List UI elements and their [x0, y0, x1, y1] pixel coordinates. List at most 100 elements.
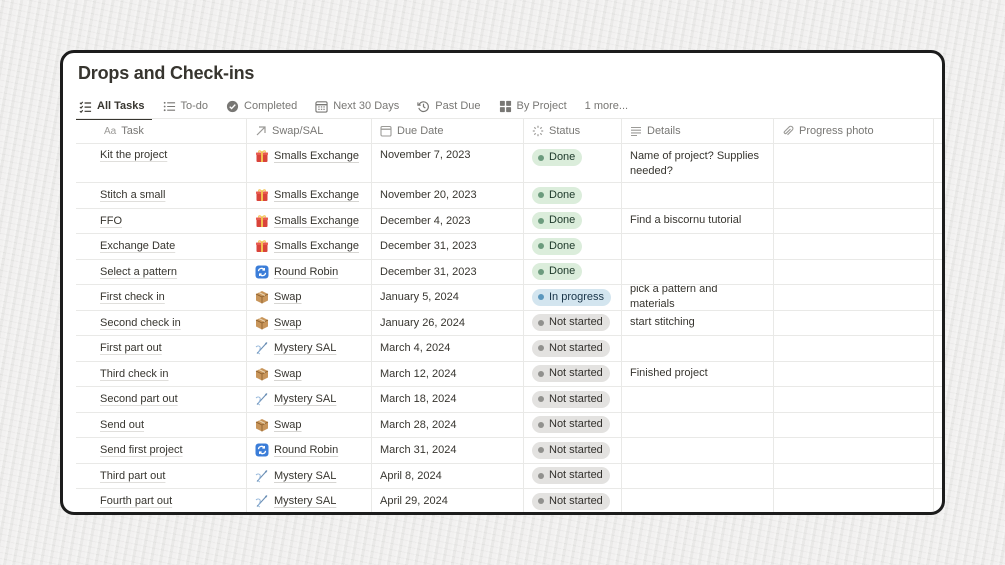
details-cell[interactable] [622, 336, 774, 361]
status-cell[interactable]: In progress [524, 285, 622, 310]
due-date-cell[interactable]: December 31, 2023 [372, 234, 524, 259]
status-cell[interactable]: Not started [524, 438, 622, 463]
project-link[interactable]: Mystery SAL [274, 470, 336, 482]
status-badge[interactable]: Not started [532, 441, 610, 459]
project-link[interactable]: Swap [274, 368, 302, 380]
due-date-cell[interactable]: December 4, 2023 [372, 208, 524, 233]
task-cell[interactable]: Third part out [76, 463, 247, 488]
status-badge[interactable]: Done [532, 237, 583, 255]
task-name[interactable]: Second part out [100, 393, 178, 405]
column-header-task[interactable]: Aa Task [76, 119, 247, 143]
tab-all-tasks[interactable]: All Tasks [76, 93, 151, 120]
project-link[interactable]: Mystery SAL [274, 495, 336, 507]
task-cell[interactable]: Second check in [76, 310, 247, 335]
status-cell[interactable]: Not started [524, 412, 622, 437]
tab-completed[interactable]: Completed [223, 93, 300, 119]
swap-sal-cell[interactable]: Mystery SAL [247, 463, 372, 488]
progress-photo-cell[interactable] [774, 285, 934, 310]
due-date-cell[interactable]: March 31, 2024 [372, 438, 524, 463]
table-row[interactable]: Third part out Mystery SAL April 8, 2024 No… [76, 463, 942, 489]
task-name[interactable]: Fourth part out [100, 495, 172, 507]
status-badge[interactable]: Done [532, 263, 583, 281]
status-cell[interactable]: Not started [524, 310, 622, 335]
status-badge[interactable]: Done [532, 212, 583, 230]
status-badge[interactable]: Not started [532, 314, 610, 332]
task-cell[interactable]: Second part out [76, 387, 247, 412]
more-tabs-button[interactable]: 1 more... [582, 93, 631, 119]
column-header-status[interactable]: Status [524, 119, 622, 143]
progress-photo-cell[interactable] [774, 310, 934, 335]
swap-sal-cell[interactable]: Smalls Exchange [247, 208, 372, 233]
task-name[interactable]: FFO [100, 215, 122, 227]
progress-photo-cell[interactable] [774, 412, 934, 437]
project-link[interactable]: Smalls Exchange [274, 215, 359, 227]
status-cell[interactable]: Not started [524, 336, 622, 361]
task-name[interactable]: Exchange Date [100, 240, 175, 252]
table-row[interactable]: Send first project Round Robin March 31, 2… [76, 438, 942, 464]
progress-photo-cell[interactable] [774, 489, 934, 512]
task-name[interactable]: Send out [100, 419, 144, 431]
status-badge[interactable]: Not started [532, 339, 610, 357]
details-cell[interactable] [622, 463, 774, 488]
status-badge[interactable]: Not started [532, 416, 610, 434]
status-badge[interactable]: Not started [532, 492, 610, 510]
details-cell[interactable] [622, 234, 774, 259]
due-date-cell[interactable]: March 4, 2024 [372, 336, 524, 361]
due-date-cell[interactable]: December 31, 2023 [372, 259, 524, 284]
details-cell[interactable]: Name of project? Supplies needed? [622, 144, 774, 182]
task-cell[interactable]: Send first project [76, 438, 247, 463]
due-date-cell[interactable]: January 5, 2024 [372, 285, 524, 310]
due-date-cell[interactable]: November 20, 2023 [372, 183, 524, 208]
table-row[interactable]: FFO Smalls Exchange December 4, 2023 Done Fi… [76, 208, 942, 234]
tab-next-30-days[interactable]: Next 30 Days [312, 93, 402, 119]
project-link[interactable]: Swap [274, 419, 302, 431]
status-cell[interactable]: Done [524, 208, 622, 233]
swap-sal-cell[interactable]: Mystery SAL [247, 489, 372, 512]
project-link[interactable]: Smalls Exchange [274, 189, 359, 201]
swap-sal-cell[interactable]: Round Robin [247, 259, 372, 284]
progress-photo-cell[interactable] [774, 361, 934, 386]
progress-photo-cell[interactable] [774, 208, 934, 233]
task-name[interactable]: Second check in [100, 317, 181, 329]
column-header-details[interactable]: Details [622, 119, 774, 143]
status-cell[interactable]: Done [524, 183, 622, 208]
progress-photo-cell[interactable] [774, 387, 934, 412]
progress-photo-cell[interactable] [774, 234, 934, 259]
details-cell[interactable]: Finished project [622, 361, 774, 386]
project-link[interactable]: Round Robin [274, 266, 338, 278]
table-row[interactable]: Select a pattern Round Robin December 31, … [76, 259, 942, 285]
task-name[interactable]: Third check in [100, 368, 168, 380]
status-cell[interactable]: Not started [524, 463, 622, 488]
column-header-due-date[interactable]: Due Date [372, 119, 524, 143]
progress-photo-cell[interactable] [774, 438, 934, 463]
swap-sal-cell[interactable]: Mystery SAL [247, 387, 372, 412]
project-link[interactable]: Swap [274, 317, 302, 329]
task-cell[interactable]: Exchange Date [76, 234, 247, 259]
status-cell[interactable]: Not started [524, 387, 622, 412]
details-cell[interactable]: start stitching [622, 310, 774, 335]
table-row[interactable]: First part out Mystery SAL March 4, 2024 No… [76, 336, 942, 362]
status-badge[interactable]: Not started [532, 365, 610, 383]
due-date-cell[interactable]: April 8, 2024 [372, 463, 524, 488]
swap-sal-cell[interactable]: Swap [247, 412, 372, 437]
task-name[interactable]: First check in [100, 291, 165, 303]
status-cell[interactable]: Done [524, 144, 622, 182]
details-cell[interactable] [622, 412, 774, 437]
details-cell[interactable]: pick a pattern and materials [622, 285, 774, 310]
task-cell[interactable]: Third check in [76, 361, 247, 386]
status-badge[interactable]: Not started [532, 467, 610, 485]
project-link[interactable]: Round Robin [274, 444, 338, 456]
progress-photo-cell[interactable] [774, 144, 934, 182]
details-cell[interactable] [622, 259, 774, 284]
task-cell[interactable]: Kit the project [76, 144, 247, 182]
swap-sal-cell[interactable]: Round Robin [247, 438, 372, 463]
table-row[interactable]: Send out Swap March 28, 2024 Not started [76, 412, 942, 438]
tab-past-due[interactable]: Past Due [414, 93, 483, 119]
table-row[interactable]: Fourth part out Mystery SAL April 29, 2024… [76, 489, 942, 512]
status-cell[interactable]: Not started [524, 489, 622, 512]
table-row[interactable]: Second check in Swap January 26, 2024 Not s… [76, 310, 942, 336]
task-name[interactable]: Kit the project [100, 149, 167, 161]
due-date-cell[interactable]: November 7, 2023 [372, 144, 524, 182]
task-cell[interactable]: First part out [76, 336, 247, 361]
due-date-cell[interactable]: March 18, 2024 [372, 387, 524, 412]
